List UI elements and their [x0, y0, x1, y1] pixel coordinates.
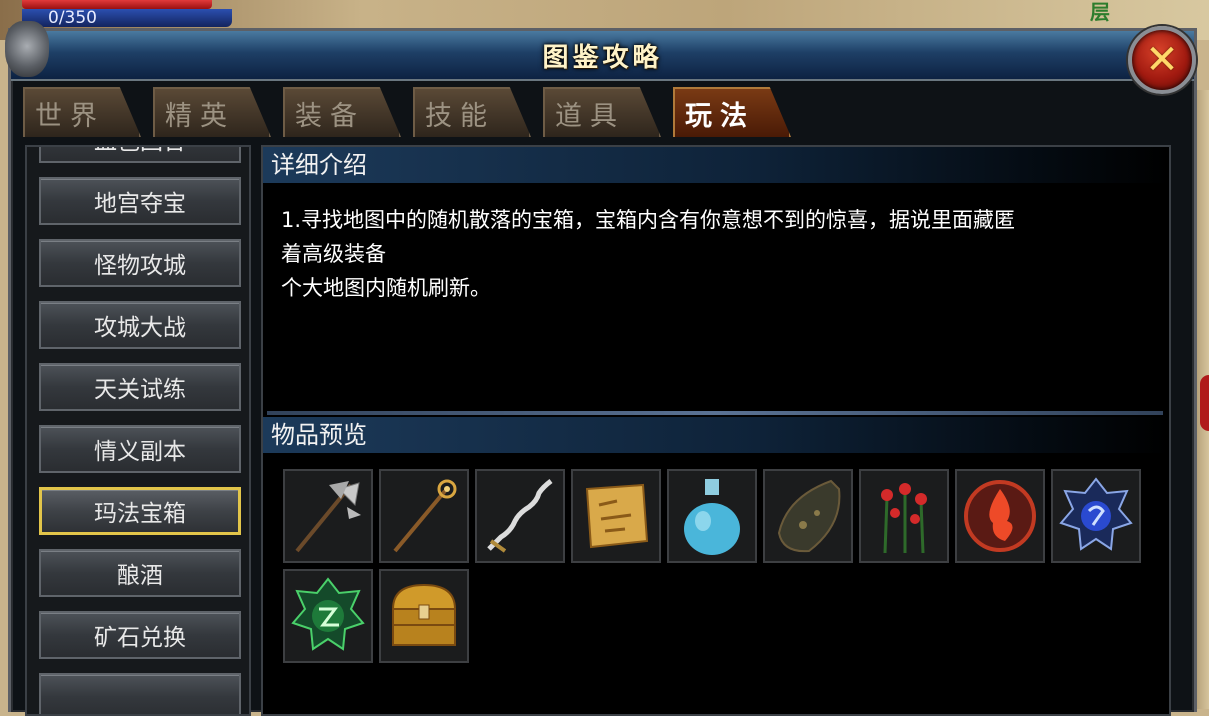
detail-description: 1.寻找地图中的随机散落的宝箱，宝箱内含有你意想不到的惊喜，据说里面藏匿 着高级…	[281, 208, 1016, 300]
battle-axe-icon	[295, 481, 361, 553]
tab-items[interactable]: 道具	[543, 87, 661, 137]
treasure-chest-icon	[391, 583, 457, 646]
item-slot[interactable]	[283, 569, 373, 663]
list-item[interactable]: 血色回合	[39, 147, 241, 163]
item-slot[interactable]	[763, 469, 853, 563]
list-item[interactable]: 地宫夺宝	[39, 177, 241, 225]
list-item[interactable]: 怪物攻城	[39, 239, 241, 287]
item-slot[interactable]	[475, 469, 565, 563]
list-item[interactable]: 矿石兑换	[39, 611, 241, 659]
gameplay-list[interactable]: 血色回合 地宫夺宝 怪物攻城 攻城大战 天关试练 情义副本 玛法宝箱 酿酒 矿石…	[25, 145, 251, 716]
tab-equipment[interactable]: 装备	[283, 87, 401, 137]
item-slot[interactable]	[859, 469, 949, 563]
item-slot[interactable]	[667, 469, 757, 563]
list-item[interactable]: 天关试练	[39, 363, 241, 411]
item-slot[interactable]	[955, 469, 1045, 563]
serpent-sword-icon	[487, 479, 553, 553]
background-object	[1200, 375, 1209, 431]
fire-rune-icon	[964, 480, 1036, 552]
detail-heading: 详细介绍	[263, 147, 1169, 183]
list-item[interactable]: 酿酒	[39, 549, 241, 597]
preview-heading: 物品预览	[263, 417, 1169, 453]
red-flower-herb-icon	[881, 483, 927, 554]
tab-world[interactable]: 世界	[23, 87, 141, 137]
list-item[interactable]	[39, 673, 241, 714]
item-slot[interactable]	[379, 469, 469, 563]
item-slot[interactable]	[571, 469, 661, 563]
tab-elite[interactable]: 精英	[153, 87, 271, 137]
list-item[interactable]: 攻城大战	[39, 301, 241, 349]
wind-rune-icon	[291, 577, 365, 651]
blue-potion-icon	[684, 479, 740, 555]
guide-window: 图鉴攻略 ✕ 世界 精英 装备 技能 道具 玩法 血色回合 地宫夺宝 怪物攻城 …	[5, 21, 1197, 716]
tab-skills[interactable]: 技能	[413, 87, 531, 137]
floor-tag: 层	[1090, 0, 1110, 24]
list-item-selected[interactable]: 玛法宝箱	[39, 487, 241, 535]
detail-panel: 详细介绍 1.寻找地图中的随机散落的宝箱，宝箱内含有你意想不到的惊喜，据说里面藏…	[261, 145, 1171, 716]
window-title: 图鉴攻略	[542, 43, 663, 73]
list-item[interactable]: 情义副本	[39, 425, 241, 473]
water-rune-icon	[1059, 477, 1133, 551]
golden-staff-icon	[393, 479, 457, 553]
ore-sack-icon	[777, 479, 841, 553]
close-button[interactable]: ✕	[1128, 26, 1196, 94]
tab-gameplay[interactable]: 玩法	[673, 87, 791, 137]
item-slot[interactable]	[379, 569, 469, 663]
item-slot[interactable]	[1051, 469, 1141, 563]
item-slot[interactable]	[283, 469, 373, 563]
mp-value: 0/350	[48, 8, 97, 28]
section-divider	[267, 411, 1163, 415]
scroll-map-icon	[585, 483, 649, 549]
title-bar: 图鉴攻略	[5, 21, 1194, 81]
